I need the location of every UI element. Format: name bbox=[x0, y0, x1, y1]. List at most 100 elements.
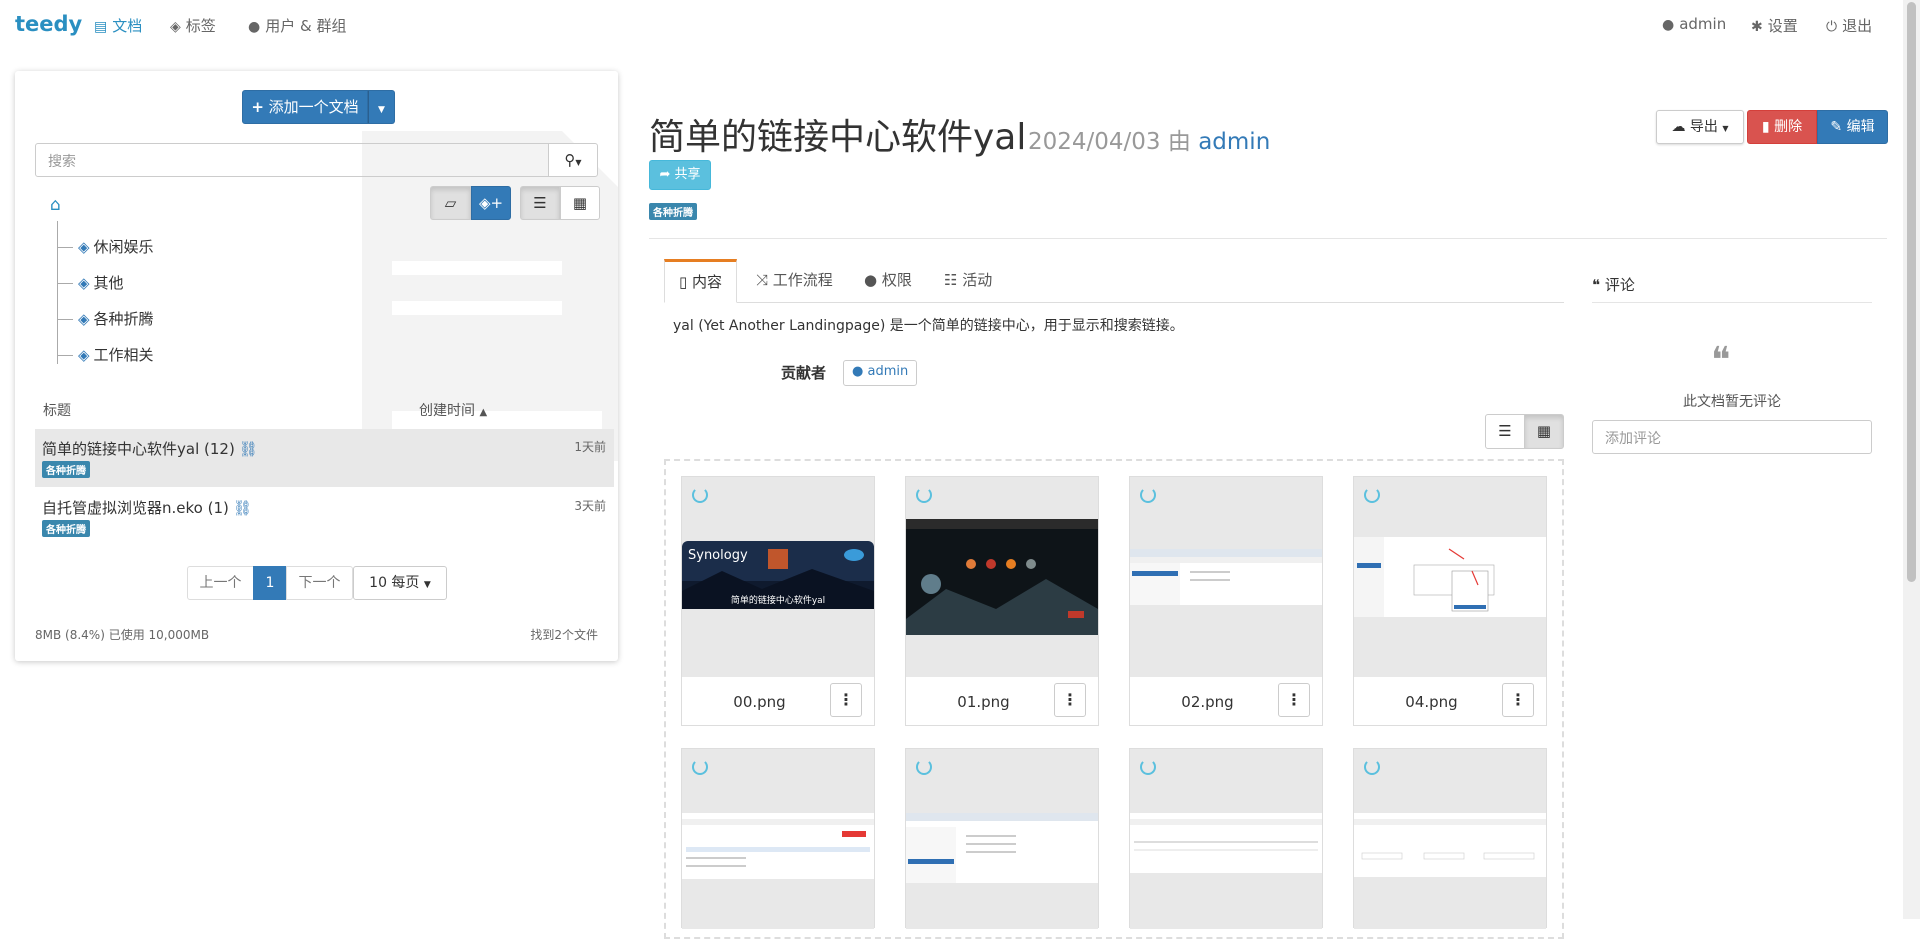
file-card[interactable]: 02.png ⋮ bbox=[1129, 476, 1323, 726]
ellipsis-vertical-icon: ⋮ bbox=[838, 690, 854, 709]
add-document-dropdown[interactable]: ▼ bbox=[368, 90, 395, 124]
nav-settings[interactable]: ✱ 设置 bbox=[1751, 15, 1798, 36]
file-card[interactable] bbox=[905, 748, 1099, 929]
brand-logo[interactable]: teedy bbox=[15, 12, 82, 36]
file-thumbnail[interactable] bbox=[1354, 749, 1546, 929]
file-menu-button[interactable]: ⋮ bbox=[1502, 683, 1534, 717]
tree-tag-tinkering[interactable]: ◈ 各种折腾 bbox=[57, 308, 154, 328]
file-card[interactable]: 01.png ⋮ bbox=[905, 476, 1099, 726]
add-document-button[interactable]: + 添加一个文档 bbox=[242, 90, 368, 124]
search-icon: ⚲ bbox=[564, 151, 576, 169]
tag-badge[interactable]: 各种折腾 bbox=[42, 520, 90, 537]
scrollbar-thumb[interactable] bbox=[1907, 2, 1916, 582]
tab-workflow[interactable]: ⤨ 工作流程 bbox=[756, 259, 833, 302]
document-tag-badge[interactable]: 各种折腾 bbox=[649, 203, 697, 220]
per-page-select[interactable]: 10 每页 ▼ bbox=[353, 566, 447, 600]
folder-view-button[interactable]: ▱ bbox=[430, 186, 471, 220]
screenshot-thumbnail bbox=[1354, 813, 1546, 877]
document-title-heading: 简单的链接中心软件yal bbox=[649, 117, 1027, 158]
tree-tag-work[interactable]: ◈ 工作相关 bbox=[57, 344, 154, 364]
tab-label: 内容 bbox=[692, 273, 723, 291]
screenshot-thumbnail bbox=[1354, 537, 1546, 617]
chevron-up-icon: ▲ bbox=[479, 407, 488, 418]
documents-panel: + 添加一个文档 ▼ 搜索 ⚲▼ ⌂ ▱ ◈+ ☰ ▦ ◈ 休闲娱乐 ◈ 其他 ◈ 各… bbox=[15, 71, 618, 661]
file-card[interactable]: Synology 简单的链接中心软件yal 00.png ⋮ bbox=[681, 476, 875, 726]
document-author-link[interactable]: admin bbox=[1198, 129, 1270, 155]
search-input[interactable]: 搜索 bbox=[35, 143, 550, 177]
file-menu-button[interactable]: ⋮ bbox=[1054, 683, 1086, 717]
contributors-label: 贡献者 bbox=[781, 364, 827, 382]
next-page-button[interactable]: 下一个 bbox=[286, 566, 353, 600]
no-comments-text: 此文档暂无评论 bbox=[1683, 394, 1781, 410]
file-thumbnail[interactable] bbox=[682, 749, 874, 929]
tree-tag-leisure[interactable]: ◈ 休闲娱乐 bbox=[57, 236, 154, 256]
link-icon: ⛓ bbox=[232, 499, 252, 517]
tag-badge[interactable]: 各种折腾 bbox=[42, 461, 90, 478]
tab-activity[interactable]: ☷ 活动 bbox=[944, 259, 992, 302]
file-card[interactable] bbox=[1129, 748, 1323, 929]
tag-plus-icon: ◈+ bbox=[478, 194, 504, 212]
tree-tag-label: 休闲娱乐 bbox=[93, 238, 154, 256]
column-title[interactable]: 标题 bbox=[43, 400, 71, 420]
file-card[interactable] bbox=[1353, 748, 1547, 929]
files-list-view-button[interactable]: ☰ bbox=[1485, 414, 1525, 449]
search-options-button[interactable]: ⚲▼ bbox=[548, 143, 598, 177]
files-grid-view-button[interactable]: ▦ bbox=[1524, 414, 1564, 449]
search-placeholder: 搜索 bbox=[48, 154, 76, 170]
nav-documents[interactable]: ▤ 文档 bbox=[94, 15, 142, 36]
share-button[interactable]: ➦ 共享 bbox=[649, 160, 711, 190]
nav-tags[interactable]: ◈ 标签 bbox=[170, 15, 216, 36]
file-thumbnail[interactable] bbox=[906, 477, 1098, 677]
page-1-button[interactable]: 1 bbox=[253, 566, 287, 600]
spinner-icon bbox=[916, 759, 932, 775]
file-thumbnail[interactable] bbox=[906, 749, 1098, 929]
add-comment-placeholder: 添加评论 bbox=[1605, 431, 1661, 447]
file-menu-button[interactable]: ⋮ bbox=[830, 683, 862, 717]
nav-logout[interactable]: ⏻ 退出 bbox=[1826, 15, 1872, 36]
trash-icon: ▮ bbox=[1761, 119, 1770, 135]
grid-view-button[interactable]: ▦ bbox=[560, 186, 600, 220]
file-thumbnail[interactable] bbox=[1130, 749, 1322, 929]
add-comment-input[interactable]: 添加评论 bbox=[1592, 420, 1872, 454]
file-card[interactable]: 04.png ⋮ bbox=[1353, 476, 1547, 726]
table-row[interactable]: 简单的链接中心软件yal (12) ⛓ 1天前 各种折腾 bbox=[35, 429, 614, 487]
user-icon: ● bbox=[852, 364, 864, 379]
file-thumbnail[interactable] bbox=[1354, 477, 1546, 677]
caret-down-icon: ▼ bbox=[1722, 124, 1729, 133]
screenshot-thumbnail bbox=[1130, 549, 1322, 605]
file-name: 01.png bbox=[957, 693, 1010, 711]
file-card[interactable] bbox=[681, 748, 875, 929]
column-created-label: 创建时间 bbox=[419, 403, 475, 419]
nav-users-groups[interactable]: ● 用户 & 群组 bbox=[248, 15, 346, 36]
screenshot-thumbnail bbox=[1130, 813, 1322, 873]
file-menu-button[interactable]: ⋮ bbox=[1278, 683, 1310, 717]
file-name: 02.png bbox=[1181, 693, 1234, 711]
prev-page-button[interactable]: 上一个 bbox=[187, 566, 254, 600]
tab-permissions[interactable]: ● 权限 bbox=[864, 259, 912, 302]
home-icon[interactable]: ⌂ bbox=[50, 195, 61, 215]
nav-user[interactable]: ● admin bbox=[1662, 15, 1726, 33]
tree-tag-other[interactable]: ◈ 其他 bbox=[57, 272, 124, 292]
table-row[interactable]: 自托管虚拟浏览器n.eko (1) ⛓ 3天前 各种折腾 bbox=[35, 488, 614, 546]
list-view-button[interactable]: ☰ bbox=[520, 186, 560, 220]
add-tag-button[interactable]: ◈+ bbox=[471, 186, 511, 220]
grid-icon: ▦ bbox=[1536, 422, 1552, 440]
file-thumbnail[interactable] bbox=[1130, 477, 1322, 677]
contributor-badge[interactable]: ● admin bbox=[843, 360, 918, 386]
file-thumbnail[interactable]: Synology 简单的链接中心软件yal bbox=[682, 477, 874, 677]
column-created[interactable]: 创建时间 ▲ bbox=[419, 400, 487, 420]
top-navbar: teedy ▤ 文档 ◈ 标签 ● 用户 & 群组 ● admin ✱ 设置 ⏻ 退出 bbox=[0, 0, 1920, 50]
spinner-icon bbox=[692, 759, 708, 775]
tab-content[interactable]: ▯ 内容 bbox=[664, 259, 738, 303]
book-icon: ▤ bbox=[94, 19, 108, 35]
edit-button[interactable]: ✎ 编辑 bbox=[1817, 110, 1888, 144]
delete-button[interactable]: ▮ 删除 bbox=[1747, 110, 1817, 144]
user-icon: ● bbox=[248, 19, 261, 35]
export-button[interactable]: ☁ 导出 ▼ bbox=[1656, 110, 1744, 144]
files-dropzone[interactable]: Synology 简单的链接中心软件yal 00.png ⋮ 01.png ⋮ … bbox=[664, 459, 1564, 939]
tags-icon: ◈ bbox=[170, 19, 181, 35]
document-by: 由 bbox=[1167, 129, 1191, 155]
page-scrollbar[interactable] bbox=[1903, 0, 1920, 919]
nav-logout-label: 退出 bbox=[1842, 17, 1873, 35]
gear-icon: ✱ bbox=[1751, 19, 1763, 35]
